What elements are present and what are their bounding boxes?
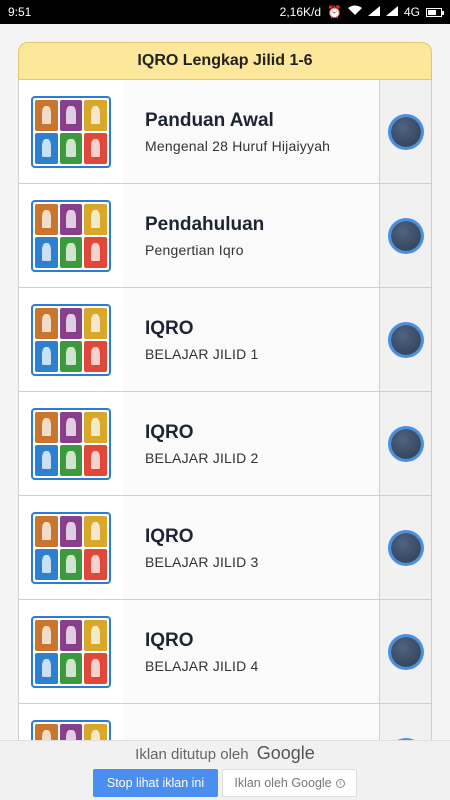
info-icon: i bbox=[335, 778, 345, 788]
list-item-action[interactable] bbox=[379, 184, 431, 287]
main-content: IQRO Lengkap Jilid 1-6 Panduan Awal Meng… bbox=[0, 24, 450, 740]
iqro-cover-icon bbox=[31, 303, 111, 376]
iqro-cover-icon bbox=[31, 199, 111, 272]
list-item-action[interactable] bbox=[379, 600, 431, 703]
list-item-text: Panduan Awal Mengenal 28 Huruf Hijaiyyah bbox=[123, 80, 379, 183]
circle-button-icon[interactable] bbox=[390, 220, 421, 251]
list-item-title: Panduan Awal bbox=[145, 109, 274, 131]
list-item-subtitle: Mengenal 28 Huruf Hijaiyyah bbox=[145, 137, 331, 154]
list-item[interactable]: IQRO BELAJAR JILID 1 bbox=[18, 288, 432, 392]
list-item-title: IQRO bbox=[145, 421, 194, 443]
list-item-action[interactable] bbox=[379, 704, 431, 740]
thumbnail bbox=[19, 80, 123, 183]
status-bar: 9:51 2,16K/d ⏰ 4G bbox=[0, 0, 450, 24]
stop-ad-button[interactable]: Stop lihat iklan ini bbox=[93, 769, 218, 797]
list-item-title: IQRO bbox=[145, 525, 194, 547]
list-item[interactable]: Panduan Awal Mengenal 28 Huruf Hijaiyyah bbox=[18, 80, 432, 184]
wifi-icon bbox=[347, 5, 362, 19]
list-item-text bbox=[123, 704, 379, 740]
thumbnail bbox=[19, 392, 123, 495]
alarm-icon: ⏰ bbox=[327, 5, 342, 19]
list-item-subtitle: BELAJAR JILID 4 bbox=[145, 657, 259, 674]
list-item-text: IQRO BELAJAR JILID 2 bbox=[123, 392, 379, 495]
list-item-action[interactable] bbox=[379, 288, 431, 391]
ad-banner: Iklan ditutup oleh Google Stop lihat ikl… bbox=[0, 740, 450, 800]
page-title: IQRO Lengkap Jilid 1-6 bbox=[18, 42, 432, 80]
ads-by-google-button[interactable]: Iklan oleh Google i bbox=[222, 769, 357, 797]
list-item[interactable]: IQRO BELAJAR JILID 4 bbox=[18, 600, 432, 704]
circle-button-icon[interactable] bbox=[390, 532, 421, 563]
iqro-cover-icon bbox=[31, 719, 111, 740]
list-item-action[interactable] bbox=[379, 496, 431, 599]
ad-closed-text: Iklan ditutup oleh Google bbox=[0, 743, 450, 764]
list-item-text: IQRO BELAJAR JILID 4 bbox=[123, 600, 379, 703]
battery-icon bbox=[426, 7, 444, 17]
network-type: 4G bbox=[403, 5, 420, 19]
list-item-text: IQRO BELAJAR JILID 1 bbox=[123, 288, 379, 391]
thumbnail bbox=[19, 600, 123, 703]
list-item[interactable]: IQRO BELAJAR JILID 3 bbox=[18, 496, 432, 600]
list-item-action[interactable] bbox=[379, 80, 431, 183]
iqro-cover-icon bbox=[31, 95, 111, 168]
list-item-subtitle: Pengertian Iqro bbox=[145, 241, 244, 258]
list-item-title: IQRO bbox=[145, 317, 194, 339]
list-item-text: Pendahuluan Pengertian Iqro bbox=[123, 184, 379, 287]
signal-icon bbox=[367, 5, 380, 19]
list-item[interactable]: Pendahuluan Pengertian Iqro bbox=[18, 184, 432, 288]
network-speed: 2,16K/d bbox=[279, 5, 322, 19]
status-time: 9:51 bbox=[8, 5, 32, 19]
ads-by-label: Iklan oleh Google bbox=[234, 776, 332, 790]
circle-button-icon[interactable] bbox=[390, 428, 421, 459]
signal-icon-2 bbox=[385, 5, 398, 19]
list-item-title: Pendahuluan bbox=[145, 213, 265, 235]
thumbnail bbox=[19, 288, 123, 391]
list-item-subtitle: BELAJAR JILID 1 bbox=[145, 345, 259, 362]
status-icons: 2,16K/d ⏰ 4G bbox=[279, 5, 444, 19]
list-item-subtitle: BELAJAR JILID 3 bbox=[145, 553, 259, 570]
thumbnail bbox=[19, 184, 123, 287]
thumbnail bbox=[19, 496, 123, 599]
circle-button-icon[interactable] bbox=[390, 116, 421, 147]
list-item-subtitle: BELAJAR JILID 2 bbox=[145, 449, 259, 466]
iqro-cover-icon bbox=[31, 615, 111, 688]
lesson-list: Panduan Awal Mengenal 28 Huruf Hijaiyyah… bbox=[18, 80, 432, 740]
thumbnail bbox=[19, 704, 123, 740]
list-item[interactable]: IQRO BELAJAR JILID 2 bbox=[18, 392, 432, 496]
circle-button-icon[interactable] bbox=[390, 324, 421, 355]
list-item-action[interactable] bbox=[379, 392, 431, 495]
circle-button-icon[interactable] bbox=[390, 636, 421, 667]
ad-closed-label: Iklan ditutup oleh bbox=[135, 746, 249, 763]
list-item-title: IQRO bbox=[145, 629, 194, 651]
google-logo: Google bbox=[256, 743, 315, 763]
list-item[interactable] bbox=[18, 704, 432, 740]
iqro-cover-icon bbox=[31, 407, 111, 480]
list-item-text: IQRO BELAJAR JILID 3 bbox=[123, 496, 379, 599]
iqro-cover-icon bbox=[31, 511, 111, 584]
